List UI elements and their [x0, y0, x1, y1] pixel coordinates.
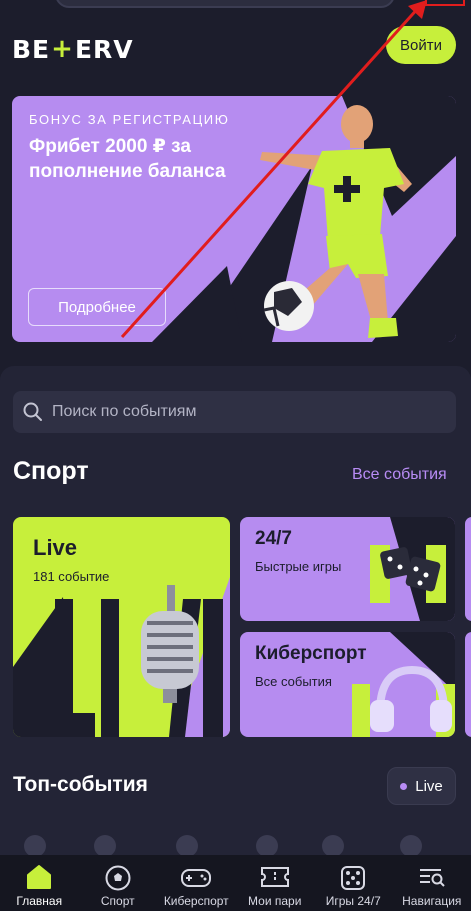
nav-sport[interactable]: Спорт	[79, 855, 158, 911]
logo-text-right: ERV	[74, 34, 134, 64]
gamepad-icon	[181, 869, 212, 887]
nav-esports[interactable]: Киберспорт	[157, 855, 236, 911]
sport-section-title: Спорт	[13, 457, 89, 485]
logo-plus: +	[51, 34, 74, 64]
search-input[interactable]	[52, 403, 432, 421]
games-247-subtitle: Быстрые игры	[255, 559, 342, 574]
login-button[interactable]: Войти	[386, 26, 456, 64]
gamepad-icon[interactable]	[176, 835, 198, 857]
live-card-title: Live	[33, 535, 78, 560]
nav-navigation[interactable]: Навигация	[393, 855, 471, 911]
compass-icon[interactable]	[24, 835, 46, 857]
live-filter-chip[interactable]: Live	[387, 767, 456, 805]
top-search-bar-edge	[55, 0, 395, 8]
home-icon	[27, 865, 52, 889]
betboom-logo[interactable]: BE + ERV	[12, 34, 134, 64]
nav-games-247[interactable]: Игры 24/7	[314, 855, 393, 911]
soccer-ball-icon	[105, 865, 131, 891]
games-247-title: 24/7	[255, 528, 292, 549]
logo-text-left: BE	[12, 34, 51, 64]
all-events-link[interactable]: Все события	[352, 466, 447, 484]
next-card-edge-2[interactable]	[465, 632, 471, 737]
live-card-subtitle: 181 событие	[33, 569, 110, 584]
nav-sport-label: Спорт	[100, 894, 135, 908]
nav-my-bets[interactable]: Мои пари	[236, 855, 315, 911]
games-247-card[interactable]: 24/7 Быстрые игры	[240, 517, 455, 621]
next-card-edge[interactable]	[465, 517, 471, 621]
banner-subtitle: БОНУС ЗА РЕГИСТРАЦИЮ	[29, 112, 230, 127]
annotation-highlight-box	[425, 0, 465, 6]
header: BE + ERV Войти	[0, 22, 471, 72]
basketball-icon[interactable]	[400, 835, 422, 857]
banner-more-button[interactable]: Подробнее	[28, 288, 166, 326]
ticket-icon	[260, 867, 289, 887]
nav-esports-label: Киберспорт	[163, 894, 229, 908]
top-events-title: Топ-события	[13, 773, 148, 796]
bottom-navigation: Главная Спорт Киберспорт Мои пари Игры 2…	[0, 855, 471, 911]
esports-title: Киберспорт	[255, 643, 367, 664]
nav-my-bets-label: Мои пари	[248, 894, 302, 908]
live-card[interactable]: Live 181 событие	[13, 517, 230, 737]
soccer-ball-icon[interactable]	[94, 835, 116, 857]
rugby-ball-icon[interactable]	[256, 835, 278, 857]
search-bar[interactable]	[13, 391, 456, 433]
nav-navigation-label: Навигация	[402, 894, 462, 908]
promo-banner[interactable]: БОНУС ЗА РЕГИСТРАЦИЮ Фрибет 2000 ₽ за по…	[12, 96, 456, 342]
dice-icon	[341, 866, 366, 890]
banner-title: Фрибет 2000 ₽ за пополнение баланса	[29, 136, 226, 182]
live-chip-label: Live	[415, 777, 443, 795]
tennis-ball-icon[interactable]	[322, 835, 344, 857]
live-dot-icon	[400, 782, 408, 790]
nav-home[interactable]: Главная	[0, 855, 79, 911]
nav-home-label: Главная	[16, 894, 63, 908]
search-icon	[23, 402, 42, 421]
menu-search-icon	[419, 869, 445, 887]
esports-card[interactable]: Киберспорт Все события	[240, 632, 455, 737]
esports-subtitle: Все события	[255, 674, 332, 689]
nav-games-247-label: Игры 24/7	[325, 894, 381, 908]
